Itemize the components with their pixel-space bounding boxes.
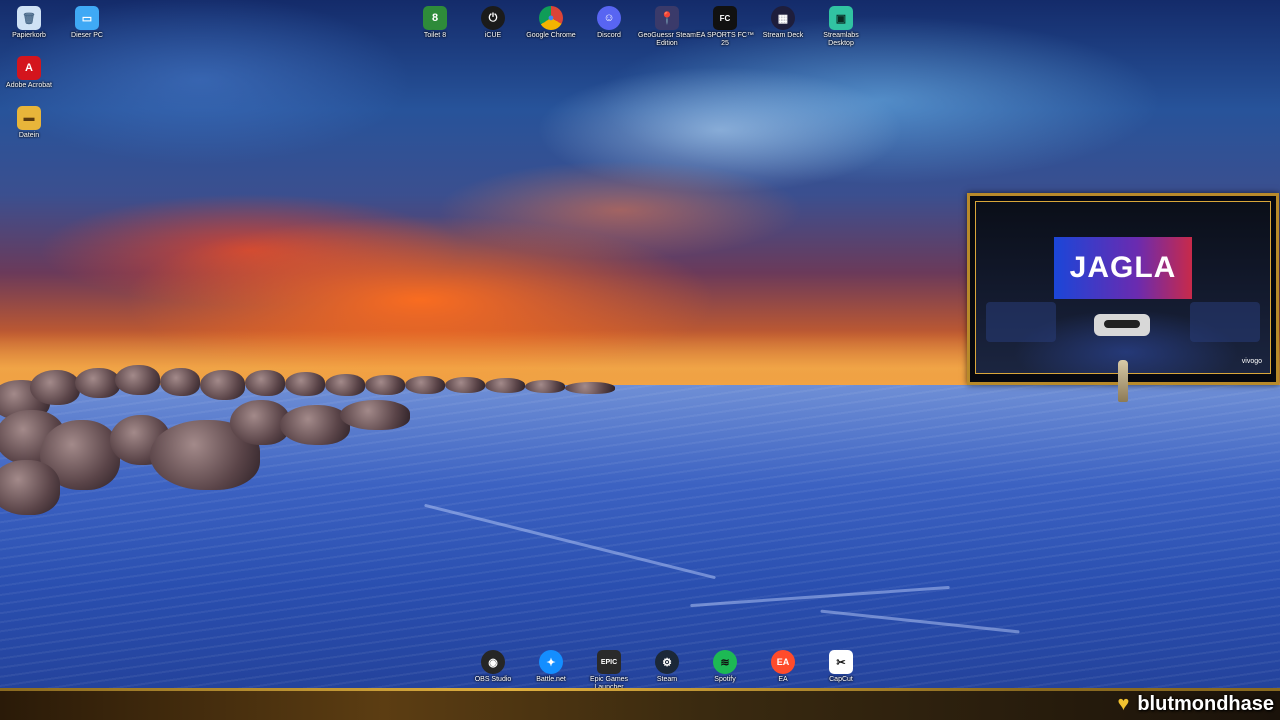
desktop-icon-label: GeoGuessr Steam Edition [638,32,696,47]
stream-bar-shine [0,688,1280,691]
webcam-screen-text: JAGLA [1069,251,1177,284]
desktop-icon-toilet-8[interactable]: 8 Toilet 8 [406,6,464,40]
desktop-icon-label: Discord [597,32,621,39]
desktop-icon-stream-deck[interactable]: ▦ Stream Deck [754,6,812,40]
webcam-controller [1094,314,1150,336]
desktop-icon-geoguessr[interactable]: 📍 GeoGuessr Steam Edition [638,6,696,48]
acrobat-icon: A [17,56,41,80]
desktop-icon-adobe-acrobat[interactable]: A Adobe Acrobat [0,56,58,90]
desktop-icon-obs[interactable]: ◉ OBS Studio [464,650,522,684]
webcam-studio-screen: JAGLA [1054,237,1192,299]
desktop-icon-label: Spotify [714,676,736,683]
desktop-icon-ea[interactable]: EA EA [754,650,812,684]
desktop-icon-label: Stream Deck [762,32,804,39]
streamer-name: blutmondhase [1137,692,1274,715]
desktop-icon-streamlabs[interactable]: ▣ Streamlabs Desktop [812,6,870,48]
folder-icon: ▬ [17,106,41,130]
discord-icon: ☺ [597,6,621,30]
spotify-icon: ≋ [713,650,737,674]
desktop-icon-label: Streamlabs Desktop [823,32,859,47]
heart-icon: ♥ [1117,693,1130,715]
chrome-icon: ● [539,6,563,30]
webcam-feed: JAGLA vivogo [975,201,1271,374]
ea-icon: EA [771,650,795,674]
webcam-desk-right [1190,302,1260,342]
obs-icon: ◉ [481,650,505,674]
desktop-icon-capcut[interactable]: ✂ CapCut [812,650,870,684]
desktop-icon-this-pc[interactable]: ▭ Dieser PC [58,6,116,40]
desktop-icon-label: Google Chrome [526,32,576,39]
desktop-icon-discord[interactable]: ☺ Discord [580,6,638,40]
desktop-icon-spotify[interactable]: ≋ Spotify [696,650,754,684]
webcam-overlay: JAGLA vivogo [967,193,1279,385]
webcam-logo-text: vivogo [1241,358,1262,365]
streamlabs-icon: ▣ [829,6,853,30]
ea-fc-icon: FC [713,6,737,30]
desktop-icon-label: Steam [656,676,678,683]
desktop-icon-label: EA SPORTS FC™ 25 [696,32,754,47]
recycle-bin-icon: 🗑 [17,6,41,30]
desktop-icon-label: Papierkorb [12,32,46,39]
desktop-icon-epic-games[interactable]: EPIC Epic Games Launcher [580,650,638,692]
stream-deck-icon: ▦ [771,6,795,30]
overlay-figure [1118,360,1128,402]
steam-icon: ⚙ [655,650,679,674]
desktop-icon-dateien[interactable]: ▬ Datein [0,106,58,140]
battlenet-icon: ✦ [539,650,563,674]
toilet8-icon: 8 [423,6,447,30]
stream-name-bar [0,688,1280,720]
streamer-label: ♥ blutmondhase [1117,692,1274,716]
desktop-icon-battlenet[interactable]: ✦ Battle.net [522,650,580,684]
desktop-icon-ea-sports-fc[interactable]: FC EA SPORTS FC™ 25 [696,6,754,48]
epic-games-icon: EPIC [597,650,621,674]
wallpaper-rocks [0,360,640,530]
desktop-icon-label: Toilet 8 [423,32,447,39]
desktop-icon-recycle-bin[interactable]: 🗑 Papierkorb [0,6,58,40]
desktop-icon-label: Battle.net [536,676,566,683]
map-pin-icon: 📍 [655,6,679,30]
desktop-icon-icue[interactable]: ⏻ iCUE [464,6,522,40]
desktop-icon-label: EA [778,676,788,683]
desktop-icon-google-chrome[interactable]: ● Google Chrome [522,6,580,40]
capcut-icon: ✂ [829,650,853,674]
desktop-icon-label: Dieser PC [71,32,103,39]
desktop-icon-label: Datein [18,132,40,139]
webcam-logo: vivogo [1242,358,1262,365]
icue-icon: ⏻ [481,6,505,30]
desktop-icon-label: Adobe Acrobat [6,82,52,89]
desktop-icon-label: OBS Studio [474,676,512,683]
desktop-icon-label: CapCut [829,676,853,683]
desktop-icon-steam[interactable]: ⚙ Steam [638,650,696,684]
monitor-icon: ▭ [75,6,99,30]
desktop-icon-label: iCUE [484,32,502,39]
webcam-desk-left [986,302,1056,342]
